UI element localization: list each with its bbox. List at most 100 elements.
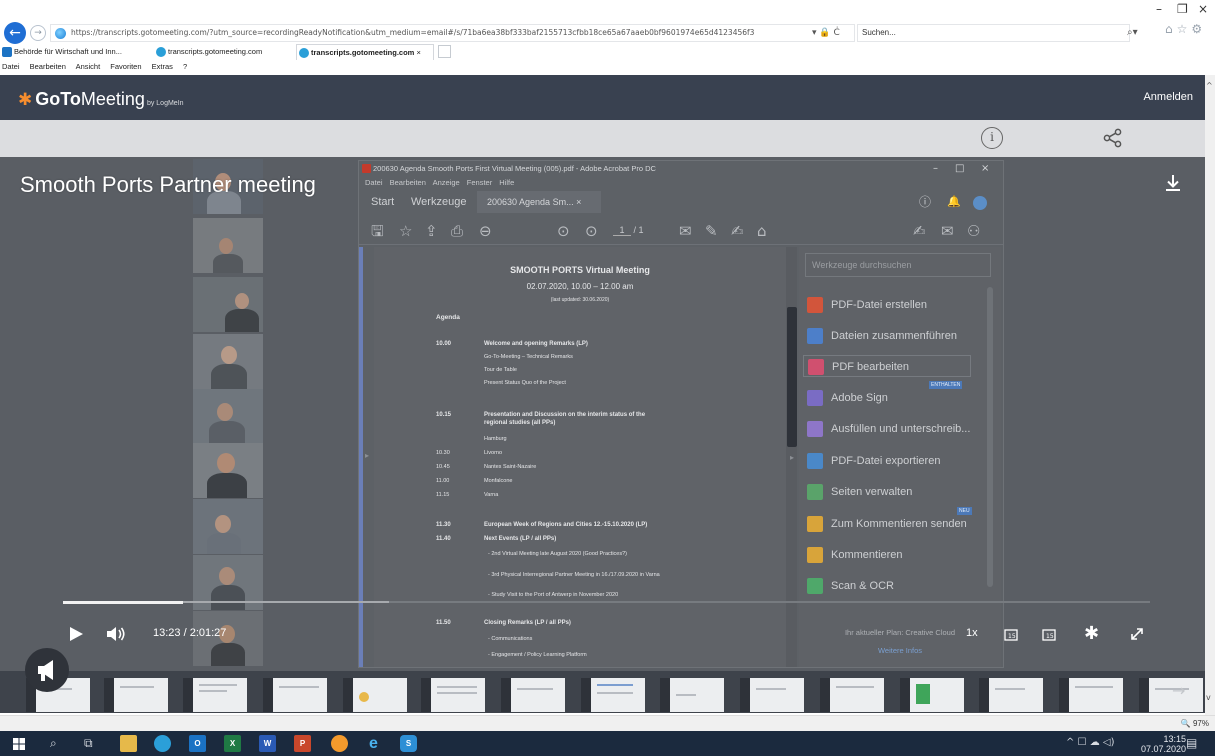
thumb-chart [359,692,369,702]
search-icon[interactable]: ⌕▾ [1127,24,1138,42]
thumbnail[interactable] [183,678,247,712]
thumbnails-next-icon[interactable]: → [1172,681,1185,700]
pen-icon: ✎ [705,222,718,240]
clock[interactable]: 13:15 07.07.2020 [1141,734,1186,754]
menu-bearbeiten[interactable]: Bearbeiten [30,62,66,71]
restore-icon[interactable]: ❐ [1177,2,1188,16]
video-progress-bar[interactable] [63,601,1150,604]
clock-date: 07.07.2020 [1140,744,1186,754]
tab-behoerde[interactable]: Behörde für Wirtschaft und Inn... [0,44,152,60]
participant-video [193,443,263,498]
menu-help[interactable]: ? [183,62,187,71]
thumbnail[interactable] [581,678,645,712]
bell-icon: 🔔 [947,196,961,208]
menu-extras[interactable]: Extras [152,62,173,71]
forward-15-icon[interactable]: 15 [1042,628,1056,641]
tray-icons[interactable]: ^ ☐ ☁ ◁) [1066,737,1114,748]
logo-by: by LogMeIn [146,100,184,107]
tab-close-icon[interactable]: × [416,48,420,57]
powerpoint-icon[interactable]: P [294,735,311,752]
left-panel-arrow-icon: ▸ [365,451,370,460]
add-user-icon: ⚇ [967,222,981,240]
tab-strip: Behörde für Wirtschaft und Inn... transc… [0,44,1215,60]
close-window-icon[interactable]: × [1198,2,1208,16]
menu-ansicht[interactable]: Ansicht [76,62,101,71]
address-bar[interactable]: https://transcripts.gotomeeting.com/?utm… [50,24,855,42]
scroll-up-icon[interactable]: ^ [1206,81,1213,90]
announcement-button[interactable] [25,648,69,692]
tool-label: PDF bearbeiten [832,361,910,373]
thumbnail[interactable] [740,678,804,712]
thumb-line [199,684,237,686]
home-favorites-settings-icons[interactable]: ⌂☆⚙ [1165,22,1206,36]
playback-speed-button[interactable]: 1x [966,627,978,639]
video-player[interactable]: Smooth Ports Partner meeting 200630 Agen… [0,157,1205,671]
task-view-icon[interactable]: ⧉ [84,736,93,751]
gotomeeting-app-icon[interactable] [331,735,348,752]
thumbnail[interactable] [820,678,884,712]
edit-pdf-icon [808,359,824,376]
pdf-icon [362,164,371,173]
thumbnail[interactable] [979,678,1043,712]
info-icon[interactable]: i [981,127,1003,149]
sign-in-link[interactable]: Anmelden [1143,89,1193,105]
notifications-icon[interactable]: ▤ [1186,736,1197,750]
agenda-item: European Week of Regions and Cities 12.-… [484,522,648,528]
minimize-icon[interactable]: – [1156,2,1162,16]
thumb-line [995,688,1025,690]
thumbnail[interactable] [421,678,485,712]
rewind-15-icon[interactable]: 15 [1004,628,1018,641]
thumbnail[interactable] [1059,678,1123,712]
menu-favoriten[interactable]: Favoriten [110,62,141,71]
participant-video [193,389,263,444]
page-scrollbar[interactable]: ^ v [1205,75,1215,715]
participant-face [219,238,233,254]
menu-datei[interactable]: Datei [2,62,20,71]
fullscreen-icon[interactable] [1129,626,1145,642]
thumbnail[interactable] [1139,678,1203,712]
thumb-line [437,692,477,694]
play-icon[interactable] [68,626,84,642]
skype-icon[interactable]: S [400,735,417,752]
agenda-time: 11.00 [436,478,450,484]
scroll-down-icon[interactable]: v [1206,693,1211,702]
thumb-line [120,686,154,688]
thumb-line [836,686,874,688]
page-number: 1 [613,225,631,236]
edge-icon[interactable] [154,735,171,752]
tab-transcripts-active[interactable]: transcripts.gotomeeting.com × [296,44,434,60]
windows-start-icon[interactable] [13,738,25,750]
thumbnail[interactable] [104,678,168,712]
search-input[interactable]: Suchen... [857,24,1130,42]
thumbnail[interactable] [343,678,407,712]
scan-ocr-icon [807,578,823,595]
download-icon[interactable] [1163,173,1183,193]
thumb-map [916,684,930,704]
thumbnail[interactable] [900,678,964,712]
agenda-time: 10.45 [436,464,450,470]
tool-label: PDF-Datei erstellen [831,299,927,311]
thumb-line [597,692,633,694]
file-explorer-icon[interactable] [120,735,137,752]
thumbnail[interactable] [660,678,724,712]
back-button-icon[interactable]: ← [4,22,26,44]
word-icon[interactable]: W [259,735,276,752]
settings-gear-icon[interactable]: ✱ [1084,623,1099,644]
tab-transcripts-1[interactable]: transcripts.gotomeeting.com [154,44,294,60]
outlook-icon[interactable]: O [189,735,206,752]
new-tab-button[interactable] [438,45,451,58]
share-icon[interactable] [1103,128,1123,148]
search-icon[interactable]: ⌕ [50,736,57,751]
agenda-subitem: Hamburg [484,436,507,442]
thumbnail[interactable] [501,678,565,712]
gotomeeting-logo[interactable]: ✱ GoToMeeting by LogMeIn [18,89,184,114]
tool-label: Seiten verwalten [831,486,913,498]
zoom-level[interactable]: 🔍 97% [1181,717,1209,731]
forward-button-icon[interactable]: → [30,25,46,41]
address-actions[interactable]: ▾ 🔒 Ċ [812,24,840,42]
internet-explorer-icon[interactable]: e [365,735,382,752]
excel-icon[interactable]: X [224,735,241,752]
volume-icon[interactable] [106,626,126,642]
acrobat-minimize-icon: – [933,163,938,174]
thumbnail[interactable] [263,678,327,712]
